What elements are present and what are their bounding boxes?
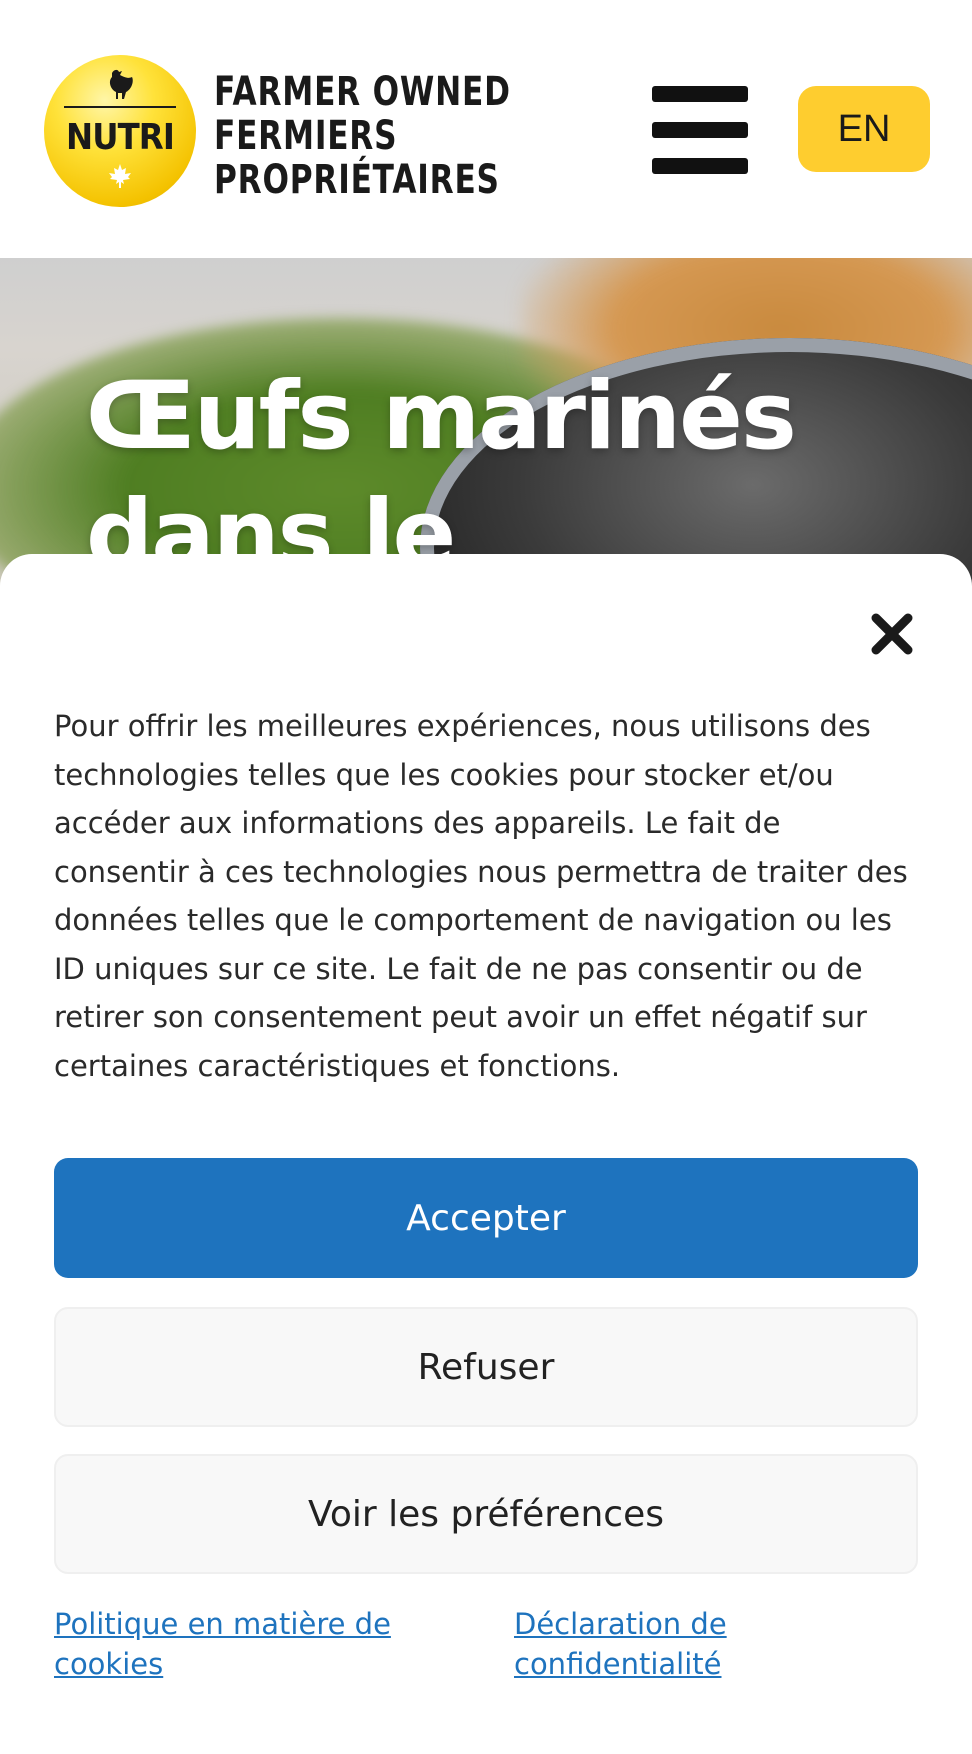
preferences-button[interactable]: Voir les préférences [54, 1454, 918, 1574]
privacy-statement-link[interactable]: Déclaration de confidentialité [514, 1604, 914, 1684]
cookie-policy-link[interactable]: Politique en matière de cookies [54, 1604, 454, 1684]
tagline-line-2: FERMIERS [214, 113, 398, 159]
close-icon[interactable] [862, 604, 922, 664]
logo-rule [64, 106, 176, 108]
maple-leaf-icon [109, 164, 131, 188]
logo-text: NUTRI [65, 117, 175, 158]
nutri-logo[interactable]: NUTRI [44, 55, 196, 207]
tagline-line-3: PROPRIÉTAIRES [214, 157, 500, 203]
tagline-line-1: FARMER OWNED [214, 69, 511, 115]
cookie-consent-dialog: Pour offrir les meilleures expériences, … [0, 554, 972, 1754]
language-button[interactable]: EN [798, 86, 930, 172]
refuse-button[interactable]: Refuser [54, 1307, 918, 1427]
site-header: NUTRI FARMER OWNED FERMIERS PROPRIÉTAIRE… [0, 0, 972, 258]
hen-icon [109, 69, 133, 99]
accept-button[interactable]: Accepter [54, 1158, 918, 1278]
hamburger-icon[interactable] [652, 86, 748, 174]
consent-message: Pour offrir les meilleures expériences, … [54, 709, 908, 1083]
logo-tagline: FARMER OWNED FERMIERS PROPRIÉTAIRES [214, 69, 511, 203]
